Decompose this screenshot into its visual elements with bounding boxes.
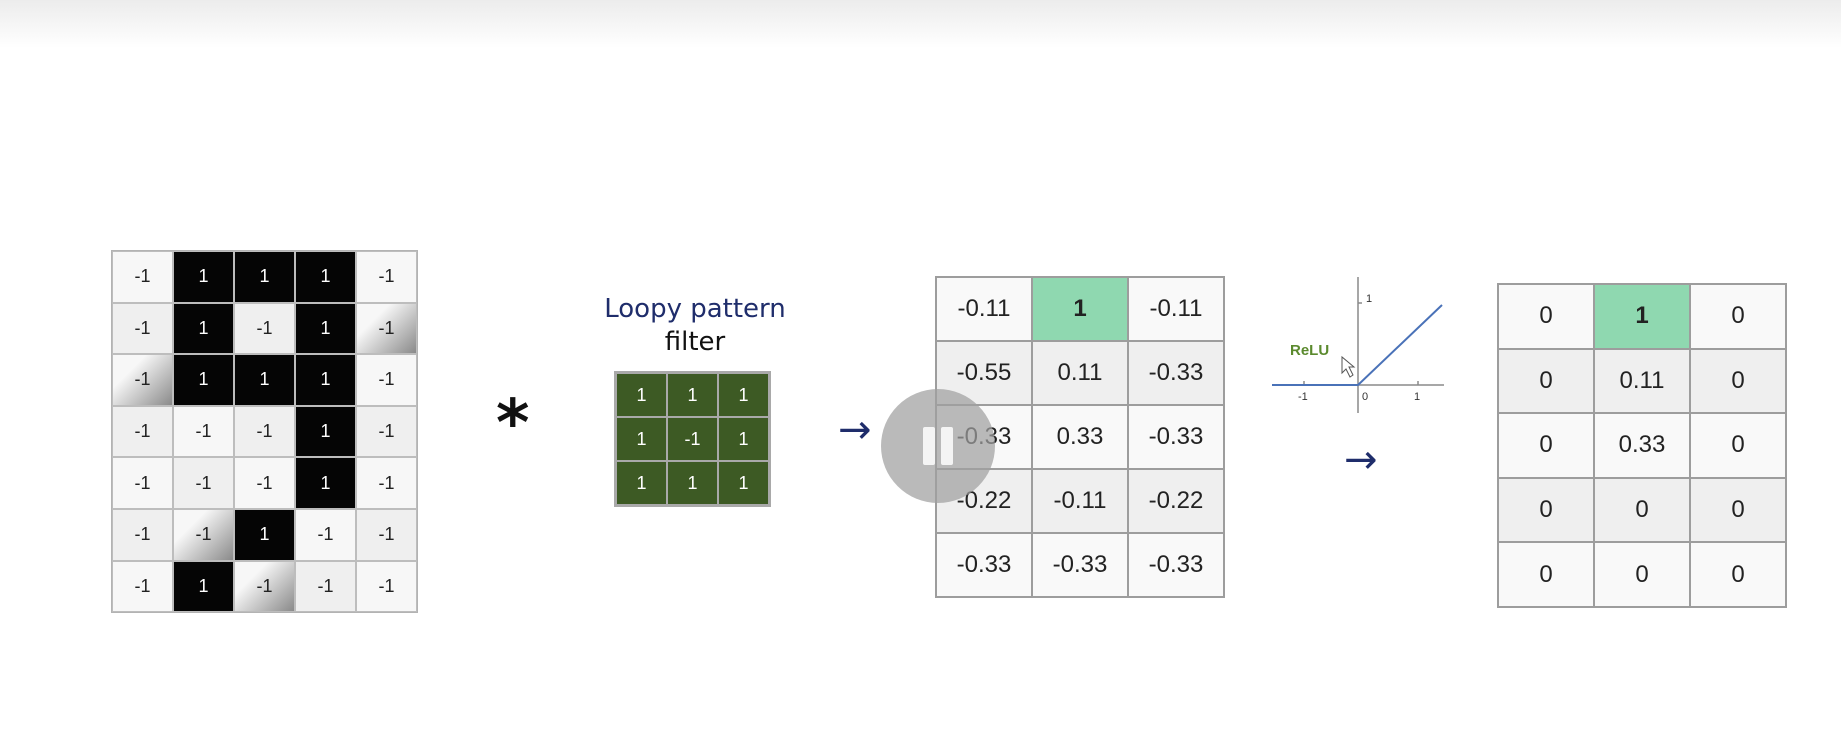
conv-output-cell: -0.11 — [936, 277, 1032, 341]
input-cell: -1 — [356, 251, 417, 303]
input-cell: -1 — [112, 508, 173, 561]
arrow-right-icon: → — [838, 407, 872, 453]
filter-cell: 1 — [718, 417, 769, 461]
conv-output-cell: -0.33 — [1128, 533, 1224, 597]
relu-output-cell: 0 — [1690, 284, 1786, 349]
input-cell: -1 — [173, 508, 234, 561]
input-cell: 1 — [295, 457, 356, 509]
relu-output-cell: 0 — [1498, 413, 1594, 478]
top-gradient-bar — [0, 0, 1841, 48]
relu-output-cell: 0 — [1594, 542, 1690, 607]
conv-output-cell: 1 — [1032, 277, 1128, 341]
input-cell: -1 — [112, 251, 173, 303]
filter-title-line1: Loopy pattern — [604, 294, 786, 324]
loopy-filter-matrix: 1 1 1 1 -1 1 1 1 1 — [614, 371, 771, 507]
input-cell: -1 — [173, 405, 234, 458]
input-cell: -1 — [234, 405, 295, 458]
filter-cell: 1 — [718, 373, 769, 417]
relu-output-cell: 0.33 — [1594, 413, 1690, 478]
input-cell: 1 — [173, 302, 234, 355]
input-cell: -1 — [112, 302, 173, 355]
relu-x-tick-label-neg: -1 — [1298, 391, 1308, 403]
relu-output-matrix: 0 1 0 0 0.11 0 0 0.33 0 0 0 0 0 0 0 — [1497, 283, 1787, 608]
input-cell: -1 — [356, 508, 417, 561]
input-cell: -1 — [356, 560, 417, 613]
relu-output-cell: 0 — [1690, 348, 1786, 414]
relu-output-cell: 0 — [1498, 542, 1594, 607]
arrow-right-icon: → — [1344, 437, 1378, 483]
input-cell: -1 — [112, 354, 173, 406]
input-cell: -1 — [112, 405, 173, 458]
filter-cell: 1 — [616, 417, 667, 461]
input-cell: 1 — [234, 354, 295, 406]
conv-output-cell: -0.11 — [1128, 277, 1224, 341]
input-cell: 1 — [295, 354, 356, 406]
input-cell: -1 — [356, 457, 417, 509]
filter-title: Loopy pattern filter — [590, 293, 800, 359]
relu-output-cell: 0 — [1690, 413, 1786, 478]
conv-output-cell: -0.33 — [1032, 533, 1128, 597]
input-cell: -1 — [356, 302, 417, 355]
relu-output-cell: 0 — [1498, 348, 1594, 414]
input-cell: -1 — [234, 457, 295, 509]
filter-cell: 1 — [718, 461, 769, 505]
relu-label: ReLU — [1290, 342, 1329, 359]
input-cell: -1 — [173, 457, 234, 509]
mouse-cursor-icon — [1341, 355, 1356, 378]
filter-cell: 1 — [667, 461, 718, 505]
input-cell: -1 — [234, 302, 295, 355]
filter-cell: -1 — [667, 417, 718, 461]
relu-output-cell: 0 — [1498, 477, 1594, 543]
conv-output-cell: 0.11 — [1032, 341, 1128, 405]
input-cell: 1 — [295, 251, 356, 303]
input-cell: 1 — [295, 405, 356, 458]
input-cell: -1 — [356, 354, 417, 406]
relu-graph: ReLU 1 -1 0 1 — [1272, 277, 1444, 413]
pause-icon-bar-right — [941, 427, 953, 465]
pause-icon-bar-left — [923, 427, 935, 465]
input-cell: -1 — [112, 457, 173, 509]
input-cell: -1 — [234, 560, 295, 613]
input-cell: -1 — [356, 405, 417, 458]
input-cell: -1 — [295, 508, 356, 561]
conv-output-cell: -0.33 — [1128, 341, 1224, 405]
convolution-operator: * — [496, 387, 530, 461]
conv-output-cell: -0.11 — [1032, 469, 1128, 533]
relu-output-cell: 0.11 — [1594, 348, 1690, 414]
relu-output-cell: 1 — [1594, 284, 1690, 349]
pause-button[interactable] — [881, 389, 995, 503]
conv-output-cell: -0.33 — [1128, 405, 1224, 469]
relu-x-tick-label-pos: 1 — [1414, 391, 1420, 403]
relu-output-cell: 0 — [1690, 542, 1786, 607]
input-digit-matrix: -1 1 1 1 -1 -1 1 -1 1 -1 -1 1 1 1 -1 -1 -1 -1 1 -1 -1 -1 -1 1 -1… — [111, 250, 418, 614]
input-cell: 1 — [234, 508, 295, 561]
input-cell: 1 — [173, 354, 234, 406]
filter-cell: 1 — [616, 373, 667, 417]
relu-output-cell: 0 — [1594, 477, 1690, 543]
input-cell: 1 — [234, 251, 295, 303]
relu-x-tick-label-zero: 0 — [1362, 391, 1368, 403]
filter-title-line2: filter — [664, 327, 726, 357]
filter-cell: 1 — [616, 461, 667, 505]
relu-y-tick-label: 1 — [1366, 293, 1372, 305]
input-cell: 1 — [295, 302, 356, 355]
relu-output-cell: 0 — [1498, 284, 1594, 349]
conv-output-cell: -0.22 — [1128, 469, 1224, 533]
relu-output-cell: 0 — [1690, 477, 1786, 543]
input-cell: -1 — [112, 560, 173, 613]
input-cell: 1 — [173, 251, 234, 303]
conv-output-cell: 0.33 — [1032, 405, 1128, 469]
input-cell: -1 — [295, 560, 356, 613]
conv-output-cell: -0.33 — [936, 533, 1032, 597]
filter-cell: 1 — [667, 373, 718, 417]
input-cell: 1 — [173, 560, 234, 613]
